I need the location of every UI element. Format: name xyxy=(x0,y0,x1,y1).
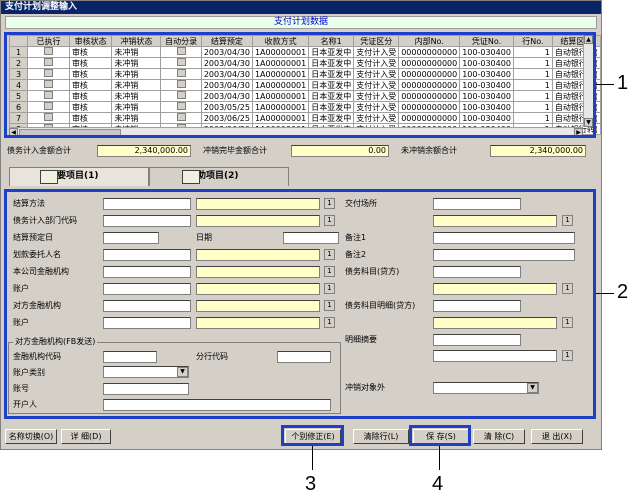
book-icon xyxy=(40,170,58,184)
callout-2: 2 xyxy=(617,281,629,303)
callout-line-1 xyxy=(596,84,614,85)
notebook-icon xyxy=(182,170,200,184)
highlight-save xyxy=(409,425,471,446)
name-switch-button[interactable]: 名称切换(O) xyxy=(5,429,57,444)
callout-4: 4 xyxy=(432,473,444,495)
highlight-grid xyxy=(4,32,596,138)
cleared-total-label: 冲销完毕金额合计 xyxy=(203,146,267,155)
grid-caption: 支付计划数据 xyxy=(5,16,597,29)
callout-line-2 xyxy=(596,293,614,294)
tab-main[interactable]: 主要项目(1) xyxy=(9,167,149,186)
debt-total-value: 2,340,000.00 xyxy=(97,145,191,157)
highlight-form xyxy=(4,189,596,419)
callout-3: 3 xyxy=(305,473,317,495)
detail-button[interactable]: 详 细(D) xyxy=(61,429,111,444)
remaining-total-label: 未冲销余额合计 xyxy=(401,146,457,155)
remaining-total-value: 2,340,000.00 xyxy=(490,145,586,157)
cleared-total-value: 0.00 xyxy=(291,145,389,157)
window-title: 支付计划调整输入 xyxy=(1,1,601,14)
clear-row-button[interactable]: 清除行(L) xyxy=(353,429,409,444)
callout-line-4 xyxy=(439,446,440,470)
debt-total-label: 债务计入金额合计 xyxy=(7,146,71,155)
callout-line-3 xyxy=(312,446,313,470)
delete-button[interactable]: 清 除(C) xyxy=(473,429,525,444)
exit-button[interactable]: 退 出(X) xyxy=(531,429,583,444)
callout-1: 1 xyxy=(617,72,629,94)
tab-aux[interactable]: 辅助项目(2) xyxy=(149,167,289,186)
highlight-individual-fix xyxy=(281,425,344,446)
